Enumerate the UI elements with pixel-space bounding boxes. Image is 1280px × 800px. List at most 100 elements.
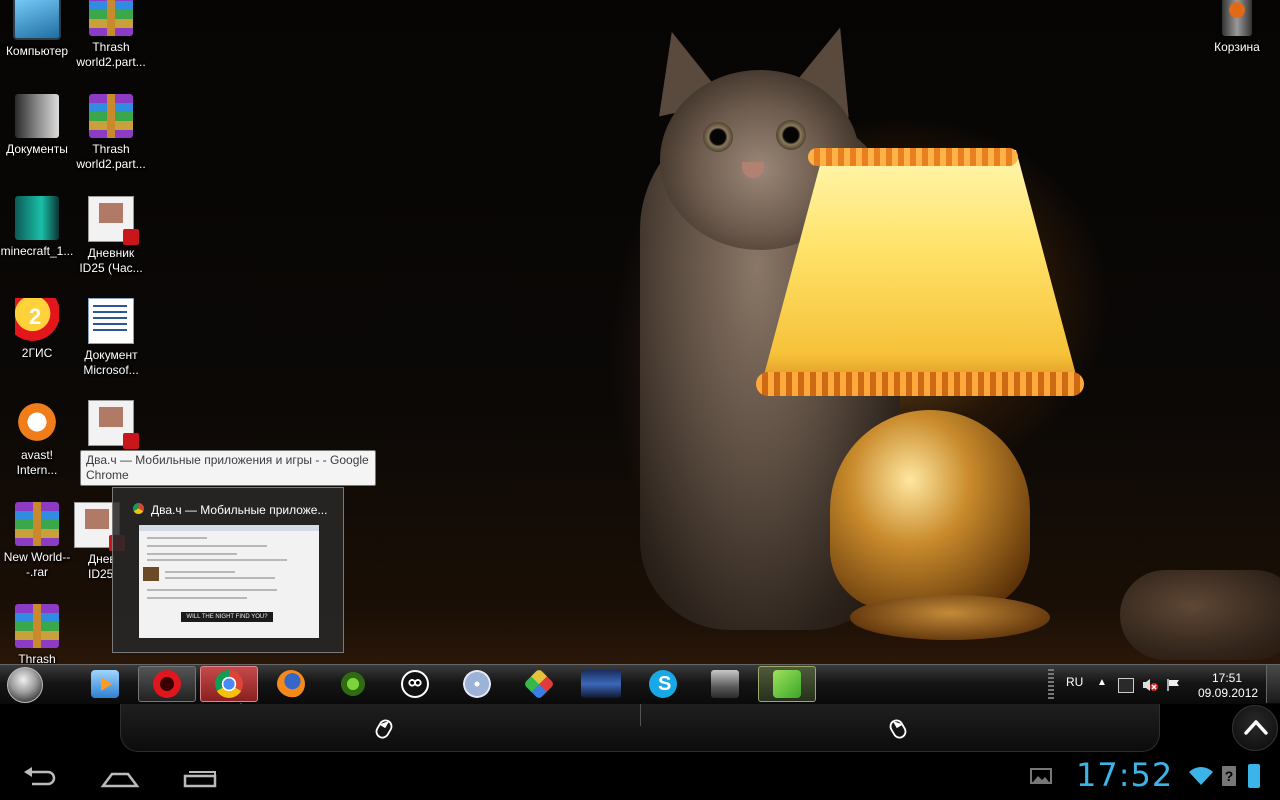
desktop-icon-word-doc[interactable]: Документ Microsof...: [74, 298, 148, 378]
wallpaper-lamp-ruffle: [808, 148, 1018, 166]
desktop-icon-label: Документ Microsof...: [83, 348, 139, 377]
desktop-icon-thrash-part2[interactable]: Thrash world2.part...: [74, 94, 148, 172]
pdf-document-icon: [88, 400, 139, 449]
media-player-icon: [91, 670, 119, 698]
recycle-bin-icon: [1222, 0, 1252, 36]
chrome-icon: [133, 503, 144, 514]
wallpaper-cat-tail: [1120, 570, 1280, 660]
recent-apps-button[interactable]: [180, 764, 220, 790]
pdf-document-icon: [88, 196, 139, 245]
desktop-icon-label: avast! Intern...: [16, 448, 58, 477]
desktop-icon-recycle-bin[interactable]: Корзина: [1200, 0, 1274, 55]
splashtop-icon: [773, 670, 801, 698]
firefox-icon: [277, 670, 305, 698]
taskbar-clock-time[interactable]: 17:51: [1198, 671, 1256, 685]
desktop-icon-label: 2ГИС: [21, 346, 53, 360]
taskbar-media-player[interactable]: [76, 666, 134, 702]
back-button[interactable]: [20, 764, 60, 790]
preview-title: Два.ч — Мобильные приложе...: [151, 503, 328, 517]
screenshot-notification-icon[interactable]: [1030, 768, 1052, 784]
taskbar-firefox[interactable]: [262, 666, 320, 702]
windows-taskbar: RU ▲ 17:51 09.09.2012: [0, 664, 1280, 704]
desktop-icon-thrash-part1[interactable]: Thrash world2.part...: [74, 0, 148, 70]
winrar-archive-icon: [89, 0, 133, 36]
desktop-icon-pdf-2[interactable]: [74, 400, 148, 449]
remote-mouse-bar: [120, 704, 1160, 752]
left-click-mouse-icon[interactable]: [373, 716, 393, 742]
desktop-icon-label: New World---.rar: [3, 550, 71, 579]
desktop-icon-label: Компьютер: [5, 44, 69, 58]
desktop-icon-label: Дневник ID25 (Час...: [79, 246, 143, 275]
documents-folder-icon: [15, 94, 59, 138]
taskbar-splashtop[interactable]: [758, 666, 816, 702]
word-document-icon: [88, 298, 134, 344]
desktop-icon-label: Днев ID25: [88, 552, 114, 581]
desktop-icon-label: Корзина: [1214, 40, 1260, 54]
taskbar-utorrent[interactable]: [324, 666, 382, 702]
opera-icon: [153, 670, 181, 698]
taskbar-game[interactable]: [572, 666, 630, 702]
2gis-icon: [15, 298, 59, 342]
home-icon: [100, 772, 140, 788]
taskbar-folder[interactable]: [696, 666, 754, 702]
cube-icon: [523, 668, 555, 700]
winrar-archive-icon: [89, 94, 133, 138]
taskbar-cube-app[interactable]: [510, 666, 568, 702]
desktop-icon-documents[interactable]: Документы: [0, 94, 74, 157]
tooltip-text: Два.ч — Мобильные приложения и игры - - …: [86, 453, 369, 482]
wallpaper-cat-eye: [776, 120, 806, 150]
desktop-icon-minecraft[interactable]: minecraft_1...: [0, 196, 74, 259]
show-desktop-button[interactable]: [1266, 665, 1280, 703]
taskbar-tooltip: Два.ч — Мобильные приложения и игры - - …: [80, 450, 376, 486]
taskbar-skype[interactable]: [634, 666, 692, 702]
preview-screenshot: WILL THE NIGHT FIND YOU?: [138, 524, 320, 639]
desktop-icon-diary-pdf-2[interactable]: Днев ID25: [74, 502, 125, 582]
network-icon[interactable]: [1118, 678, 1134, 693]
taskbar-opera[interactable]: [138, 666, 196, 702]
action-center-flag-icon[interactable]: [1166, 678, 1180, 691]
desktop-icon-avast[interactable]: avast! Intern...: [0, 400, 74, 478]
computer-icon: [13, 0, 61, 40]
wallpaper-lamp-ruffle: [756, 372, 1084, 396]
desktop-icon-thrash[interactable]: Thrash: [0, 604, 74, 664]
desktop-icon-label: Thrash world2.part...: [76, 40, 146, 69]
chrome-window-preview[interactable]: Два.ч — Мобильные приложе... WILL THE NI…: [112, 487, 344, 653]
desktop-icon-label: Thrash: [18, 652, 56, 664]
desktop-icon-2gis[interactable]: 2ГИС: [0, 298, 74, 361]
skype-icon: [649, 670, 677, 698]
winrar-archive-icon: [15, 604, 59, 648]
chrome-icon: [215, 670, 243, 698]
taskbar-chrome[interactable]: [200, 666, 258, 702]
desktop-icon-label: Документы: [6, 142, 68, 156]
taskbar-disc[interactable]: [448, 666, 506, 702]
tray-grip[interactable]: [1048, 669, 1054, 699]
taskbar-clock-date[interactable]: 09.09.2012: [1198, 686, 1258, 700]
home-button[interactable]: [100, 764, 140, 790]
disc-icon: [463, 670, 491, 698]
wallpaper-lamp-foot: [850, 595, 1050, 640]
desktop-icon-label: minecraft_1...: [0, 244, 74, 258]
android-navigation-bar: 17:52 ?: [0, 752, 1280, 800]
desktop-icon-computer[interactable]: Компьютер: [0, 0, 74, 59]
volume-muted-icon[interactable]: [1142, 678, 1158, 691]
android-clock[interactable]: 17:52: [1076, 756, 1173, 794]
wallpaper-lamp-base: [830, 410, 1030, 610]
toggle-toolbar-button[interactable]: [1232, 705, 1278, 751]
battery-icon: [1248, 764, 1260, 788]
wifi-icon: [1188, 766, 1214, 791]
minecraft-icon: [15, 196, 59, 240]
torrent-icon: [339, 670, 367, 698]
wallpaper-cat-eye: [703, 122, 733, 152]
mouse-bar-divider: [640, 704, 641, 726]
back-arrow-icon: [24, 767, 56, 786]
start-button[interactable]: [7, 667, 43, 703]
desktop-icon-diary-pdf[interactable]: Дневник ID25 (Час...: [74, 196, 148, 276]
icq-icon: [401, 670, 429, 698]
avast-icon: [15, 400, 59, 444]
winrar-archive-icon: [15, 502, 59, 546]
folder-icon: [711, 670, 739, 698]
taskbar-icq[interactable]: [386, 666, 444, 702]
desktop-icon-new-world-rar[interactable]: New World---.rar: [0, 502, 74, 580]
right-click-mouse-icon[interactable]: [887, 716, 907, 742]
preview-banner: WILL THE NIGHT FIND YOU?: [181, 612, 273, 622]
